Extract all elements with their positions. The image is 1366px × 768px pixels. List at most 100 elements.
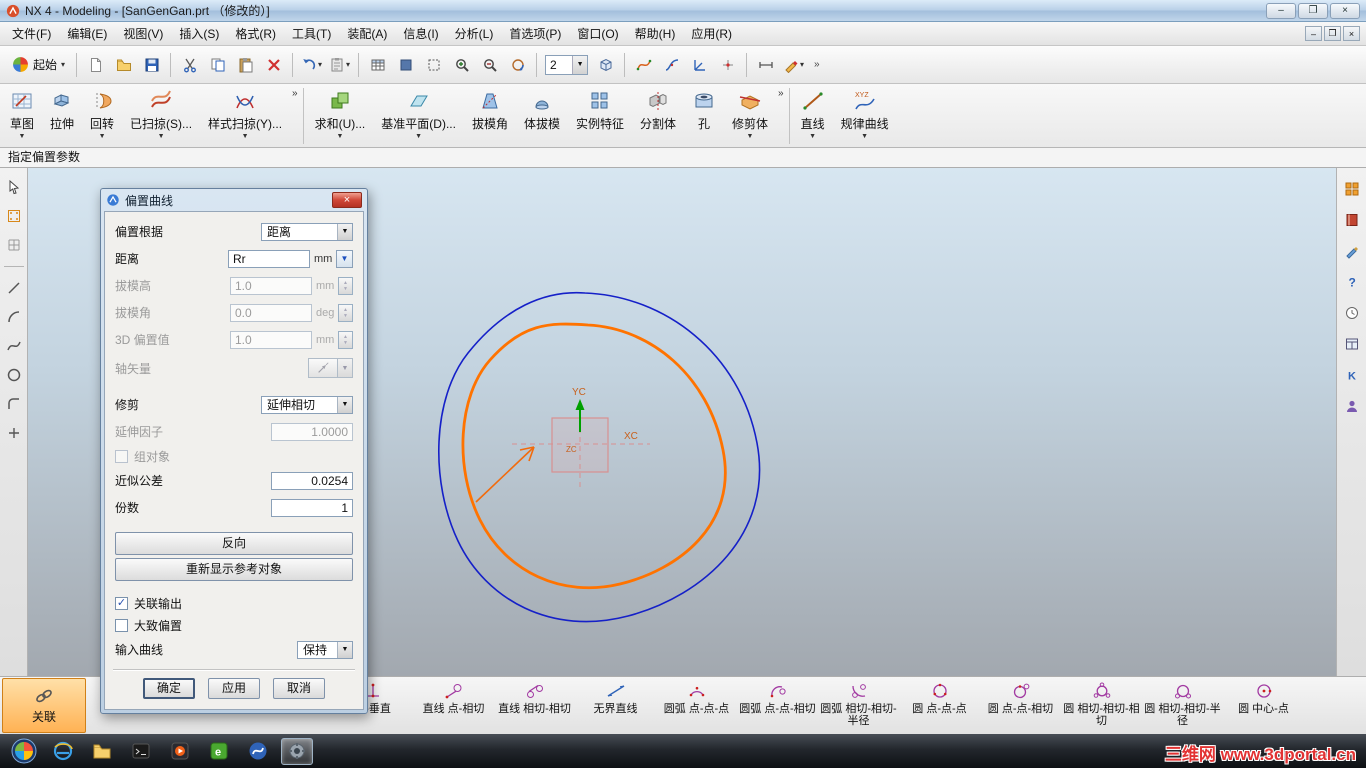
association-button[interactable]: 关联 xyxy=(2,678,86,733)
menu-application[interactable]: 应用(R) xyxy=(683,21,740,46)
apply-button[interactable]: 应用 xyxy=(208,678,260,699)
toolbar-overflow-chevron[interactable]: » xyxy=(292,88,298,99)
revolve-button[interactable]: 回转 ▼ xyxy=(82,86,122,140)
arc-tangent-tangent-radius-button[interactable]: 圆弧 相切-相切-半径 xyxy=(818,678,899,727)
explorer-button[interactable] xyxy=(86,738,118,765)
undo-button[interactable]: ▾ xyxy=(298,51,325,78)
new-document-button[interactable] xyxy=(82,51,109,78)
question-button[interactable]: ? xyxy=(1341,271,1363,293)
copy-button[interactable] xyxy=(204,51,231,78)
chevron-down-icon[interactable]: ▼ xyxy=(337,396,352,413)
styled-sweep-button[interactable]: 样式扫掠(Y)... ▼ xyxy=(200,86,290,140)
distance-options-button[interactable]: ▼ xyxy=(336,249,353,268)
restore-button[interactable]: ❐ xyxy=(1298,2,1328,19)
law-curve-button[interactable]: XYZ 规律曲线 ▼ xyxy=(833,86,897,140)
table-button[interactable] xyxy=(364,51,391,78)
sketch-pencil-button[interactable]: ▾ xyxy=(780,51,807,78)
circle-center-point-button[interactable]: 圆 中心-点 xyxy=(1223,678,1304,727)
chevron-down-icon[interactable]: ▼ xyxy=(861,133,868,140)
menu-help[interactable]: 帮助(H) xyxy=(627,21,684,46)
chevron-down-icon[interactable]: ▼ xyxy=(572,55,588,74)
associative-output-checkbox[interactable] xyxy=(115,596,128,610)
menu-insert[interactable]: 插入(S) xyxy=(171,21,227,46)
datum-plane-button[interactable]: 基准平面(D)... ▼ xyxy=(373,86,464,140)
start-menu-button[interactable]: 起始 ▾ xyxy=(6,53,71,76)
instance-feature-button[interactable]: 实例特征 xyxy=(568,86,632,132)
arc-point-point-tangent-button[interactable]: 圆弧 点-点-相切 xyxy=(737,678,818,727)
menu-tools[interactable]: 工具(T) xyxy=(284,21,339,46)
chevron-down-icon[interactable]: ▼ xyxy=(99,133,106,140)
menu-view[interactable]: 视图(V) xyxy=(115,21,171,46)
media-button[interactable] xyxy=(164,738,196,765)
line-feature-button[interactable]: 直线 ▼ xyxy=(793,86,833,140)
person-button[interactable] xyxy=(1341,395,1363,417)
input-curve-select[interactable]: 保持 ▼ xyxy=(297,640,353,659)
paste-button[interactable] xyxy=(232,51,259,78)
menu-edit[interactable]: 编辑(E) xyxy=(59,21,115,46)
chevron-down-icon[interactable]: ▾ xyxy=(800,60,804,69)
zoom-in-button[interactable] xyxy=(448,51,475,78)
chevron-down-icon[interactable]: ▼ xyxy=(336,133,343,140)
delete-button[interactable] xyxy=(260,51,287,78)
window-grid-button[interactable] xyxy=(1341,333,1363,355)
circle-point-point-tangent-button[interactable]: 圆 点-点-相切 xyxy=(980,678,1061,727)
reverse-direction-button[interactable]: 反向 xyxy=(115,532,353,555)
chevron-down-icon[interactable]: ▾ xyxy=(318,60,322,69)
rough-offset-checkbox[interactable] xyxy=(115,618,128,632)
chevron-down-icon[interactable]: ▼ xyxy=(415,133,422,140)
point-button[interactable] xyxy=(714,51,741,78)
select-filter-button[interactable] xyxy=(3,176,25,198)
spline-tool-button[interactable] xyxy=(3,335,25,357)
menu-analysis[interactable]: 分析(L) xyxy=(447,21,502,46)
circle-tool-button[interactable] xyxy=(3,364,25,386)
clipboard-button[interactable]: ▾ xyxy=(326,51,353,78)
k-badge-button[interactable]: K xyxy=(1341,364,1363,386)
trim-body-button[interactable]: 修剪体 ▼ xyxy=(724,86,776,140)
menu-assemblies[interactable]: 装配(A) xyxy=(339,21,395,46)
redisplay-reference-button[interactable]: 重新显示参考对象 xyxy=(115,558,353,581)
zoom-out-button[interactable] xyxy=(476,51,503,78)
spline-button[interactable] xyxy=(630,51,657,78)
menu-preferences[interactable]: 首选项(P) xyxy=(501,21,569,46)
toolbar-overflow-chevron[interactable]: » xyxy=(814,59,820,70)
palette-button[interactable] xyxy=(1341,178,1363,200)
start-button[interactable] xyxy=(8,738,40,765)
distance-input[interactable]: Rr xyxy=(228,249,310,268)
chevron-down-icon[interactable]: ▼ xyxy=(337,223,352,240)
split-body-button[interactable]: 分割体 xyxy=(632,86,684,132)
dialog-title-bar[interactable]: 偏置曲线 × xyxy=(104,189,364,211)
cube-button[interactable] xyxy=(592,51,619,78)
clock-button[interactable] xyxy=(1341,302,1363,324)
open-folder-button[interactable] xyxy=(110,51,137,78)
offset-by-select[interactable]: 距离 ▼ xyxy=(261,222,353,241)
ok-button[interactable]: 确定 xyxy=(143,678,195,699)
swept-button[interactable]: 已扫掠(S)... ▼ xyxy=(122,86,200,140)
rotate-view-button[interactable] xyxy=(504,51,531,78)
dialog-close-button[interactable]: × xyxy=(332,192,362,208)
ie-button[interactable] xyxy=(47,738,79,765)
chevron-down-icon[interactable]: ▾ xyxy=(346,60,350,69)
save-button[interactable] xyxy=(138,51,165,78)
measure-button[interactable] xyxy=(752,51,779,78)
green-app-button[interactable]: e xyxy=(203,738,235,765)
chevron-down-icon[interactable]: ▼ xyxy=(19,133,26,140)
circle-tangent-tangent-radius-button[interactable]: 圆 相切-相切-半径 xyxy=(1142,678,1223,727)
close-button[interactable]: × xyxy=(1330,2,1360,19)
grid-snap-button[interactable] xyxy=(3,234,25,256)
console-button[interactable] xyxy=(125,738,157,765)
layer-combo[interactable]: 2 ▼ xyxy=(545,54,589,75)
line-tool-button[interactable] xyxy=(3,277,25,299)
shaded-view-button[interactable] xyxy=(392,51,419,78)
nx-swirl-button[interactable] xyxy=(242,738,274,765)
menu-information[interactable]: 信息(I) xyxy=(395,21,446,46)
draft-angle-button[interactable]: 拔模角 xyxy=(464,86,516,132)
chevron-down-icon[interactable]: ▼ xyxy=(158,133,165,140)
circle-point-point-point-button[interactable]: 圆 点-点-点 xyxy=(899,678,980,727)
wireframe-view-button[interactable] xyxy=(420,51,447,78)
wcs-symbol[interactable]: YC XC ZC xyxy=(512,387,650,490)
chevron-down-icon[interactable]: ▼ xyxy=(809,133,816,140)
minimize-button[interactable]: – xyxy=(1266,2,1296,19)
chevron-down-icon[interactable]: ▼ xyxy=(242,133,249,140)
body-taper-button[interactable]: 体拔模 xyxy=(516,86,568,132)
tolerance-input[interactable]: 0.0254 xyxy=(271,471,353,490)
